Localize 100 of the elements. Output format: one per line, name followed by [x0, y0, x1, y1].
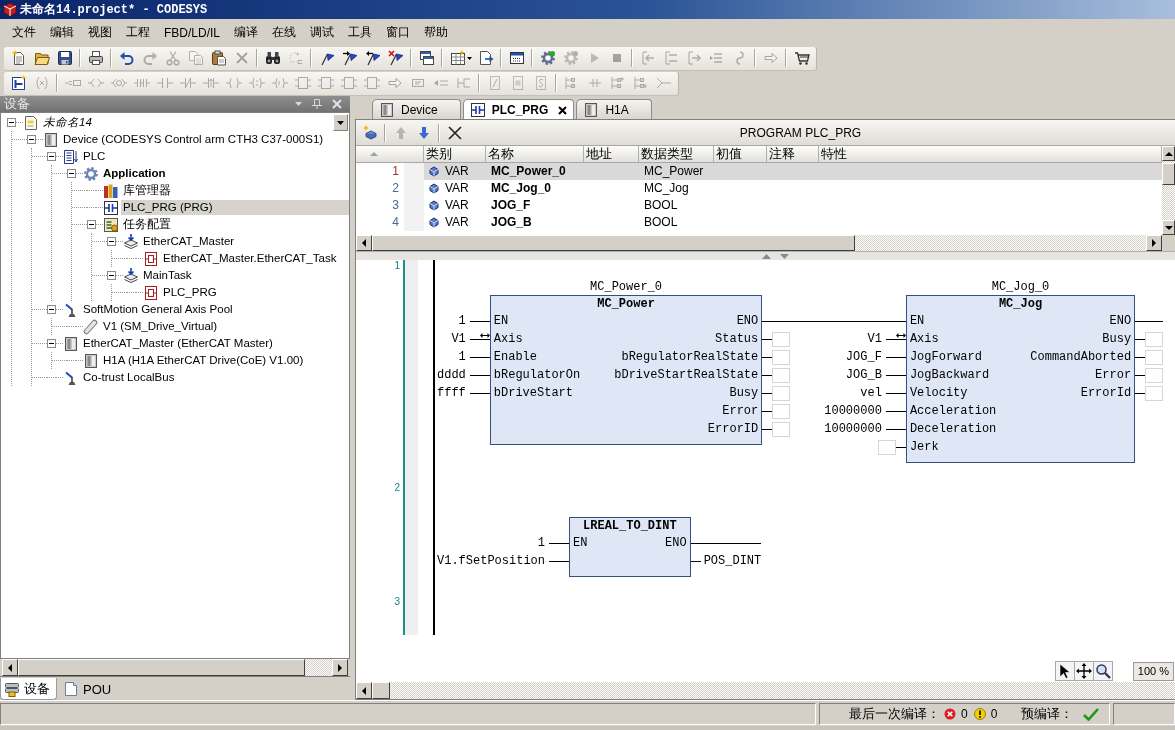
tree-item[interactable]: H1A (H1A EtherCAT Drive(CoE) V1.00) — [101, 353, 306, 368]
editor-tab[interactable]: PLC_PRG — [462, 99, 575, 120]
tree-item[interactable]: Device (CODESYS Control arm CTH3 C37-000S1) — [61, 132, 326, 147]
column-header[interactable]: 地址 — [586, 146, 612, 161]
menu-item[interactable]: 调试 — [303, 22, 341, 43]
sort-arrow-icon[interactable] — [370, 152, 378, 156]
menu-item[interactable]: 编辑 — [43, 22, 81, 43]
new-file-icon[interactable] — [10, 50, 27, 66]
windows-icon[interactable] — [418, 50, 435, 66]
scroll-right-button[interactable] — [1146, 235, 1162, 251]
menu-item[interactable]: FBD/LD/IL — [157, 23, 227, 42]
tree-item[interactable]: PLC — [81, 149, 108, 164]
tree-item[interactable]: PLC_PRG (PRG) — [121, 200, 349, 215]
tree-item[interactable]: SoftMotion General Axis Pool — [81, 302, 235, 317]
scroll-thumb[interactable] — [372, 235, 855, 251]
scroll-left-button[interactable] — [2, 659, 18, 676]
minus-box-icon[interactable] — [67, 169, 76, 178]
tree-item[interactable]: 未命名14 — [41, 115, 94, 130]
dropdown-button[interactable] — [333, 114, 348, 131]
tree-item[interactable]: Application — [101, 166, 168, 181]
column-header[interactable]: 类别 — [426, 146, 452, 161]
panel-tab[interactable]: 设备 — [0, 678, 57, 700]
editor-tab[interactable]: Device — [372, 99, 461, 119]
zoom-field[interactable]: 100 % — [1132, 661, 1174, 681]
undo-icon[interactable] — [118, 50, 135, 66]
scroll-left-button[interactable] — [356, 235, 372, 251]
minus-box-icon[interactable] — [47, 152, 56, 161]
tree-item[interactable]: MainTask — [141, 268, 194, 283]
scroll-thumb[interactable] — [372, 682, 390, 699]
tree-item[interactable]: EtherCAT_Master (EtherCAT Master) — [81, 336, 275, 351]
menu-item[interactable]: 视图 — [81, 22, 119, 43]
binoculars-icon[interactable] — [264, 50, 281, 66]
menu-item[interactable]: 工程 — [119, 22, 157, 43]
gear-icon[interactable] — [539, 50, 556, 66]
close-icon[interactable] — [558, 105, 568, 115]
up-triangle-icon[interactable] — [762, 253, 771, 259]
zoom-tool-button[interactable] — [1092, 661, 1113, 681]
tree-item[interactable]: 任务配置 — [121, 217, 173, 232]
column-header[interactable]: 特性 — [821, 146, 847, 161]
tree-item[interactable]: EtherCAT_Master.EtherCAT_Task — [161, 251, 339, 266]
empty-value-field[interactable] — [772, 421, 791, 437]
caret-icon[interactable] — [467, 56, 472, 60]
menu-item[interactable]: 编译 — [227, 22, 265, 43]
minus-box-icon[interactable] — [107, 237, 116, 246]
move-tool-button[interactable] — [1073, 661, 1094, 681]
empty-value-field[interactable] — [1145, 367, 1164, 383]
empty-value-field[interactable] — [772, 367, 791, 383]
minus-box-icon[interactable] — [87, 220, 96, 229]
empty-value-field[interactable] — [1145, 331, 1164, 347]
flag-cross-icon[interactable] — [387, 50, 404, 66]
column-header[interactable]: 注释 — [769, 146, 795, 161]
empty-value-field[interactable] — [772, 349, 791, 365]
menu-item[interactable]: 窗口 — [379, 22, 417, 43]
tree-item[interactable]: V1 (SM_Drive_Virtual) — [101, 319, 220, 334]
empty-value-field[interactable] — [772, 385, 791, 401]
pin-icon[interactable] — [312, 99, 322, 109]
tree-item[interactable]: EtherCAT_Master — [141, 234, 237, 249]
empty-value-field[interactable] — [772, 331, 791, 347]
scroll-thumb[interactable] — [1162, 163, 1175, 185]
row-highlight[interactable]: VAR MC_Power_0 MC_Power — [424, 163, 1162, 180]
pointer-tool-button[interactable] — [1054, 661, 1075, 681]
minus-box-icon[interactable] — [27, 135, 36, 144]
scroll-down-button[interactable] — [1162, 220, 1175, 235]
save-icon[interactable] — [56, 50, 73, 66]
tree-item[interactable]: Co-trust LocalBus — [81, 370, 177, 385]
network-icon[interactable] — [10, 75, 27, 91]
sparkle-cube-icon[interactable] — [361, 124, 378, 141]
tree-item[interactable]: PLC_PRG — [161, 285, 219, 300]
table-icon[interactable] — [449, 50, 466, 66]
menu-item[interactable]: 在线 — [265, 22, 303, 43]
column-header[interactable]: 名称 — [488, 146, 514, 161]
empty-value-field[interactable] — [772, 403, 791, 419]
empty-value-field[interactable] — [1145, 349, 1164, 365]
scroll-left-button[interactable] — [356, 682, 372, 699]
minus-box-icon[interactable] — [107, 271, 116, 280]
menu-item[interactable]: 帮助 — [417, 22, 455, 43]
window-icon[interactable] — [508, 50, 525, 66]
down-triangle-icon[interactable] — [780, 253, 789, 259]
cart-icon[interactable] — [793, 50, 810, 66]
clipboard-icon[interactable] — [210, 50, 227, 66]
delete-icon[interactable] — [446, 124, 463, 141]
panel-tab[interactable]: POU — [60, 678, 118, 700]
menu-item[interactable]: 工具 — [341, 22, 379, 43]
editor-tab[interactable]: H1A — [576, 99, 652, 119]
tree-item[interactable]: 库管理器 — [121, 183, 173, 198]
scroll-right-button[interactable] — [332, 659, 348, 676]
empty-value-field[interactable] — [877, 439, 896, 455]
menu-item[interactable]: 文件 — [5, 22, 43, 43]
scroll-thumb[interactable] — [18, 659, 305, 676]
flag-arrow-icon[interactable] — [341, 50, 358, 66]
scroll-up-button[interactable] — [1162, 146, 1175, 161]
minus-box-icon[interactable] — [47, 339, 56, 348]
column-header[interactable]: 初值 — [716, 146, 742, 161]
folder-icon[interactable] — [33, 50, 50, 66]
flag-arrow-icon[interactable] — [364, 50, 381, 66]
minus-box-icon[interactable] — [47, 305, 56, 314]
column-header[interactable]: 数据类型 — [641, 146, 693, 161]
printer-icon[interactable] — [87, 50, 104, 66]
minus-box-icon[interactable] — [7, 118, 16, 127]
empty-value-field[interactable] — [1145, 385, 1164, 401]
